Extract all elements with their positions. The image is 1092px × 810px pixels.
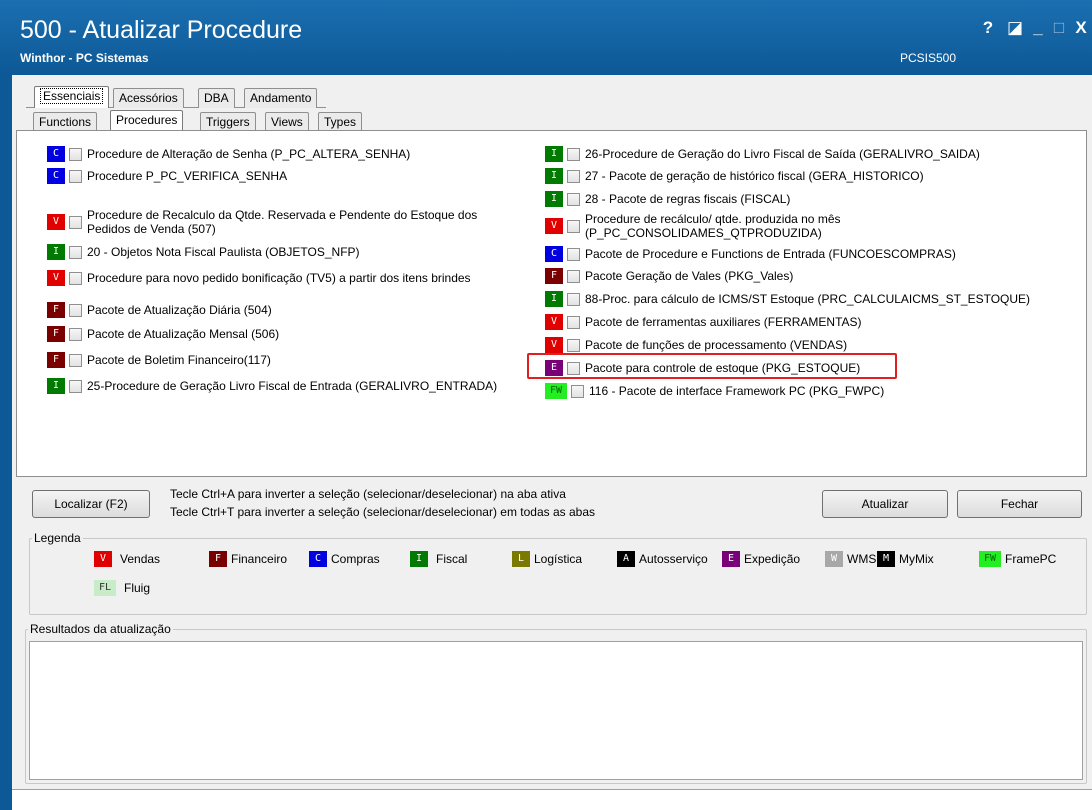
tag-financeiro: F: [545, 268, 563, 284]
tag-compras: C: [47, 168, 65, 184]
window-title: 500 - Atualizar Procedure: [20, 16, 303, 44]
checkbox[interactable]: [567, 192, 580, 206]
list-item[interactable]: V Procedure de Recalculo da Qtde. Reserva…: [47, 205, 477, 239]
legend-entry-framepc: FW FramePC: [979, 551, 1056, 567]
list-item[interactable]: F Pacote de Atualização Diária (504): [47, 300, 272, 320]
status-bar: [12, 789, 1092, 810]
legend-entry-financeiro: F Financeiro: [209, 551, 287, 567]
checkbox[interactable]: [567, 338, 580, 352]
list-item[interactable]: V Procedure para novo pedido bonificação …: [47, 268, 471, 288]
tag-fiscal: I: [47, 378, 65, 394]
program-code: PCSIS500: [900, 51, 957, 65]
tag-fiscal: I: [545, 168, 563, 184]
tag-financeiro: F: [47, 302, 65, 318]
procedures-panel: C Procedure de Alteração de Senha (P_PC_A…: [16, 130, 1087, 477]
tag-fiscal: I: [545, 146, 563, 162]
list-item[interactable]: I 26-Procedure de Geração do Livro Fiscal…: [545, 144, 980, 164]
list-item[interactable]: C Pacote de Procedure e Functions de Entr…: [545, 244, 956, 264]
tag-vendas: V: [47, 214, 65, 230]
legend-entry-fiscal: I Fiscal: [410, 551, 467, 567]
checkbox[interactable]: [69, 379, 82, 393]
checkbox[interactable]: [69, 245, 82, 259]
tag-compras: C: [545, 246, 563, 262]
list-item[interactable]: V Pacote de ferramentas auxiliares (FERRA…: [545, 312, 862, 332]
tab-types[interactable]: Types: [318, 112, 363, 132]
close-icon[interactable]: X: [1071, 18, 1091, 38]
results-box[interactable]: [29, 641, 1083, 780]
list-item[interactable]: I 88-Proc. para cálculo de ICMS/ST Estoqu…: [545, 289, 1030, 309]
checkbox[interactable]: [567, 147, 580, 161]
tab-triggers[interactable]: Triggers: [200, 112, 256, 132]
list-item[interactable]: C Procedure de Alteração de Senha (P_PC_A…: [47, 144, 410, 164]
list-item[interactable]: I 25-Procedure de Geração Livro Fiscal de…: [47, 376, 497, 396]
tag-framepc: FW: [545, 383, 567, 399]
atualizar-button[interactable]: Atualizar: [822, 490, 948, 518]
list-item[interactable]: I 27 - Pacote de geração de histórico fis…: [545, 166, 924, 186]
checkbox[interactable]: [567, 292, 580, 306]
window-subtitle: Winthor - PC Sistemas: [20, 51, 149, 65]
tag-financeiro: F: [47, 352, 65, 368]
list-item[interactable]: V Procedure de recálculo/ qtde. produzida…: [545, 210, 841, 242]
checkbox[interactable]: [571, 384, 584, 398]
legend-entry-mymix: M MyMix: [877, 551, 934, 567]
checkbox[interactable]: [567, 315, 580, 329]
tag-fiscal: I: [545, 191, 563, 207]
checkbox[interactable]: [69, 271, 82, 285]
legend-entry-logistica: L Logística: [512, 551, 582, 567]
checkbox[interactable]: [69, 147, 82, 161]
list-item[interactable]: I 28 - Pacote de regras fiscais (FISCAL): [545, 189, 790, 209]
tab-andamento[interactable]: Andamento: [244, 88, 318, 108]
legend-entry-compras: C Compras: [309, 551, 380, 567]
tab-functions[interactable]: Functions: [33, 112, 98, 132]
tag-vendas: V: [47, 270, 65, 286]
list-item[interactable]: C Procedure P_PC_VERIFICA_SENHA: [47, 166, 287, 186]
help-icon[interactable]: ?: [978, 18, 998, 38]
tab-views[interactable]: Views: [265, 112, 309, 132]
tab-acessorios[interactable]: Acessórios: [113, 88, 184, 108]
list-item[interactable]: I 20 - Objetos Nota Fiscal Paulista (OBJE…: [47, 242, 360, 262]
list-item[interactable]: F Pacote de Boletim Financeiro(117): [47, 350, 271, 370]
tag-vendas: V: [545, 337, 563, 353]
tab-essenciais[interactable]: Essenciais: [34, 86, 110, 108]
minimize-icon[interactable]: _: [1028, 18, 1048, 38]
selection-highlight: [527, 353, 897, 379]
legend-entry-fluig: FL Fluig: [94, 580, 150, 596]
checkbox[interactable]: [69, 169, 82, 183]
checkbox[interactable]: [567, 169, 580, 183]
hint-ctrl-a: Tecle Ctrl+A para inverter a seleção (se…: [170, 487, 566, 501]
legend-title: Legenda: [34, 531, 81, 545]
legend-entry-expedicao: E Expedição: [722, 551, 800, 567]
list-item[interactable]: F Pacote Geração de Vales (PKG_Vales): [545, 266, 793, 286]
checkbox[interactable]: [567, 247, 580, 261]
tag-fiscal: I: [545, 291, 563, 307]
checkbox[interactable]: [69, 353, 82, 367]
list-item[interactable]: F Pacote de Atualização Mensal (506): [47, 324, 279, 344]
tab-procedures[interactable]: Procedures: [110, 110, 184, 132]
legend-entry-wms: W WMS: [825, 551, 876, 567]
title-bar: 500 - Atualizar Procedure Winthor - PC S…: [0, 0, 1092, 75]
tag-fiscal: I: [47, 244, 65, 260]
list-item[interactable]: FW 116 - Pacote de interface Framework PC…: [545, 381, 884, 401]
checkbox[interactable]: [567, 219, 580, 233]
checkbox[interactable]: [567, 269, 580, 283]
checkbox[interactable]: [69, 215, 82, 229]
client-area: Essenciais Acessórios DBA Andamento Func…: [12, 75, 1092, 810]
tag-vendas: V: [545, 314, 563, 330]
maximize-icon[interactable]: □: [1049, 18, 1069, 38]
restore-icon[interactable]: ◪: [1005, 18, 1025, 38]
results-title: Resultados da atualização: [30, 622, 171, 636]
tag-compras: C: [47, 146, 65, 162]
localizar-button[interactable]: Localizar (F2): [32, 490, 150, 518]
fechar-button[interactable]: Fechar: [957, 490, 1082, 518]
tag-vendas: V: [545, 218, 563, 234]
legend-entry-vendas: V Vendas: [94, 551, 160, 567]
tag-financeiro: F: [47, 326, 65, 342]
tab-dba[interactable]: DBA: [198, 88, 235, 108]
legend-entry-autosservico: A Autosserviço: [617, 551, 708, 567]
list-item[interactable]: V Pacote de funções de processamento (VEN…: [545, 335, 847, 355]
hint-ctrl-t: Tecle Ctrl+T para inverter a seleção (se…: [170, 505, 595, 519]
checkbox[interactable]: [69, 327, 82, 341]
checkbox[interactable]: [69, 303, 82, 317]
legend-group: Legenda: [29, 531, 1087, 615]
